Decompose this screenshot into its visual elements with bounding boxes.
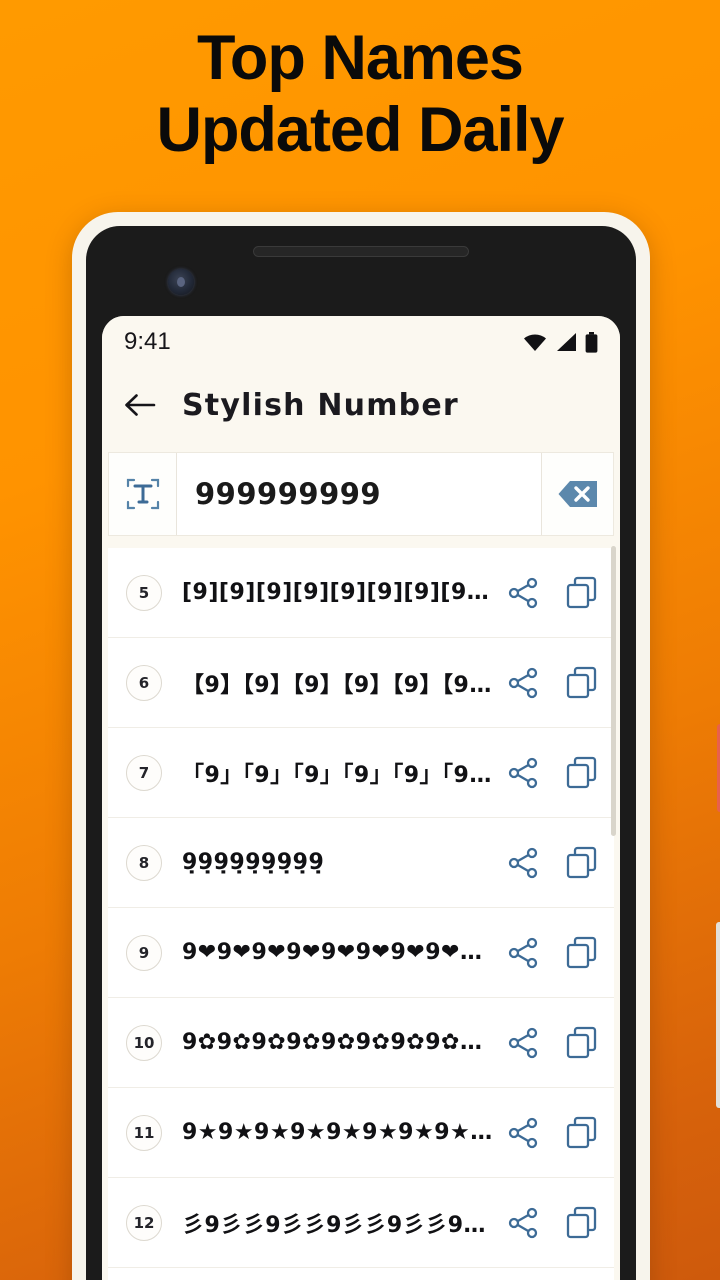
volume-button[interactable] xyxy=(716,922,720,1108)
headline-line-1: Top Names xyxy=(197,23,524,93)
row-index-badge: 5 xyxy=(126,574,162,611)
row-styled-text: 9❤9❤9❤9❤9❤9❤9❤9❤9❤ xyxy=(182,940,494,965)
row-action-group xyxy=(506,1026,598,1060)
copy-icon[interactable] xyxy=(566,1206,598,1240)
row-action-group xyxy=(506,576,598,610)
stylish-number-list: 5 [9][9][9][9][9][9][9][9][9] 6 【9】【9】【9… xyxy=(108,548,614,1280)
table-row[interactable]: 11 9★9★9★9★9★9★9★9★9★ xyxy=(108,1088,614,1178)
row-index-badge: 8 xyxy=(126,844,162,881)
row-action-group xyxy=(506,756,598,790)
status-icon-group xyxy=(523,331,598,353)
row-styled-text: 9★9★9★9★9★9★9★9★9★ xyxy=(182,1120,494,1145)
share-icon[interactable] xyxy=(506,936,540,970)
status-bar: 9:41 xyxy=(102,316,620,368)
text-format-button[interactable] xyxy=(109,453,177,535)
row-styled-text: 9̣9̣9̣9̣9̣9̣9̣9̣9̣ xyxy=(182,850,325,875)
row-action-group xyxy=(506,846,598,880)
phone-bezel: 9:41 Stylish Number 999999999 5 [9][9][9… xyxy=(86,226,636,1280)
row-action-group xyxy=(506,666,598,700)
signal-icon xyxy=(557,333,576,351)
table-row[interactable]: 12 彡9彡彡9彡彡9彡彡9彡彡9彡彡9彡彡9彡彡.. xyxy=(108,1178,614,1268)
scrollbar-thumb[interactable] xyxy=(611,546,616,836)
table-row[interactable]: 13 xyxy=(108,1268,614,1280)
phone-mockup: 9:41 Stylish Number 999999999 5 [9][9][9… xyxy=(72,212,720,1280)
copy-icon[interactable] xyxy=(566,846,598,880)
row-index-badge: 10 xyxy=(126,1024,162,1061)
promo-screenshot: Top Names Updated Daily 9:41 Stylish Num… xyxy=(0,0,720,1280)
table-row[interactable]: 5 [9][9][9][9][9][9][9][9][9] xyxy=(108,548,614,638)
app-bar: Stylish Number xyxy=(102,368,620,442)
copy-icon[interactable] xyxy=(566,666,598,700)
share-icon[interactable] xyxy=(506,1026,540,1060)
row-index-badge: 12 xyxy=(126,1204,162,1241)
share-icon[interactable] xyxy=(506,846,540,880)
table-row[interactable]: 9 9❤9❤9❤9❤9❤9❤9❤9❤9❤ xyxy=(108,908,614,998)
row-index-badge: 6 xyxy=(126,664,162,701)
status-time: 9:41 xyxy=(124,328,171,355)
copy-icon[interactable] xyxy=(566,1116,598,1150)
phone-screen: 9:41 Stylish Number 999999999 5 [9][9][9… xyxy=(102,316,620,1280)
table-row[interactable]: 8 9̣9̣9̣9̣9̣9̣9̣9̣9̣ xyxy=(108,818,614,908)
share-icon[interactable] xyxy=(506,1206,540,1240)
back-arrow-icon[interactable] xyxy=(124,392,156,418)
copy-icon[interactable] xyxy=(566,576,598,610)
row-styled-text: 【9】【9】【9】【9】【9】【9】【9】【.. xyxy=(182,672,494,698)
row-action-group xyxy=(506,1206,598,1240)
copy-icon[interactable] xyxy=(566,936,598,970)
row-index-badge: 11 xyxy=(126,1114,162,1151)
search-input[interactable] xyxy=(177,453,541,535)
clear-button[interactable] xyxy=(541,453,613,535)
copy-icon[interactable] xyxy=(566,1026,598,1060)
row-styled-text: 9✿9✿9✿9✿9✿9✿9✿9✿9✿ xyxy=(182,1030,494,1055)
copy-icon[interactable] xyxy=(566,756,598,790)
share-icon[interactable] xyxy=(506,576,540,610)
row-styled-text: [9][9][9][9][9][9][9][9][9] xyxy=(182,580,494,605)
page-title: Stylish Number xyxy=(182,387,459,423)
promo-headline: Top Names Updated Daily xyxy=(0,22,720,167)
share-icon[interactable] xyxy=(506,756,540,790)
row-index-badge: 9 xyxy=(126,934,162,971)
row-index-badge: 7 xyxy=(126,754,162,791)
text-input-bar xyxy=(108,452,614,536)
row-styled-text: 彡9彡彡9彡彡9彡彡9彡彡9彡彡9彡彡9彡彡.. xyxy=(182,1212,494,1238)
table-row[interactable]: 6 【9】【9】【9】【9】【9】【9】【9】【.. xyxy=(108,638,614,728)
row-styled-text: 「9」「9」「9」「9」「9」「9」「9」「.. xyxy=(182,762,494,788)
table-row[interactable]: 7 「9」「9」「9」「9」「9」「9」「9」「.. xyxy=(108,728,614,818)
front-camera xyxy=(168,269,194,295)
share-icon[interactable] xyxy=(506,1116,540,1150)
earpiece-speaker xyxy=(253,246,469,257)
row-action-group xyxy=(506,1116,598,1150)
text-format-icon xyxy=(126,478,159,510)
row-action-group xyxy=(506,936,598,970)
scrollbar-track[interactable] xyxy=(611,316,618,1280)
wifi-icon xyxy=(524,334,546,351)
battery-icon xyxy=(585,331,598,353)
backspace-icon xyxy=(558,481,597,507)
share-icon[interactable] xyxy=(506,666,540,700)
table-row[interactable]: 10 9✿9✿9✿9✿9✿9✿9✿9✿9✿ xyxy=(108,998,614,1088)
headline-line-2: Updated Daily xyxy=(156,95,564,166)
